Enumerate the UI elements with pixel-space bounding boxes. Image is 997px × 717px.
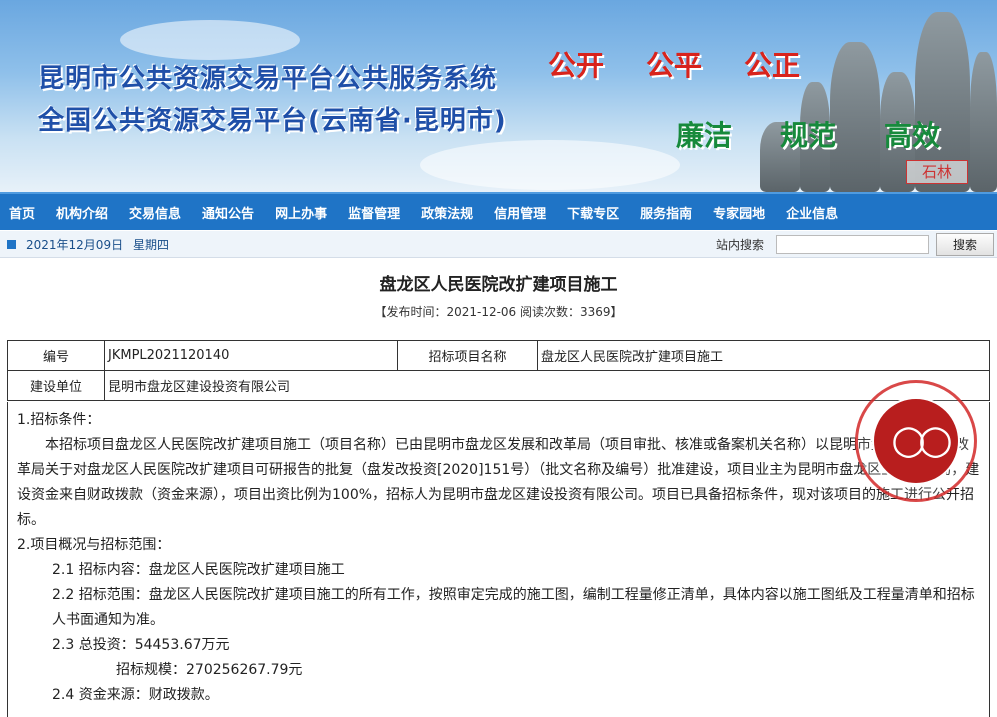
seal-inner: ○○ [872, 397, 960, 485]
seal-logo-icon: ○○ [891, 417, 953, 463]
current-weekday: 星期四 [133, 238, 170, 252]
nav-item-notices[interactable]: 通知公告 [193, 203, 266, 222]
slogan-guifan: 规范 [780, 119, 837, 152]
site-search-label: 站内搜索 [716, 238, 765, 252]
nav-item-online-service[interactable]: 网上办事 [266, 203, 339, 222]
project-info-table: 编号 JKMPL2021120140 招标项目名称 盘龙区人民医院改扩建项目施工… [7, 340, 990, 401]
nav-item-policies[interactable]: 政策法规 [412, 203, 485, 222]
nav-item-experts[interactable]: 专家园地 [704, 203, 777, 222]
nav-item-trade-info[interactable]: 交易信息 [120, 203, 193, 222]
header-banner: 昆明市公共资源交易平台公共服务系统 全国公共资源交易平台(云南省·昆明市) 公开… [0, 0, 997, 192]
article-title: 盘龙区人民医院改扩建项目施工 [379, 275, 618, 295]
banner-cloud [420, 140, 680, 190]
slogan-gaoxiao: 高效 [884, 119, 941, 152]
table-cell-value: 昆明市盘龙区建设投资有限公司 [104, 370, 990, 401]
table-cell-label: 编号 [7, 340, 105, 371]
paragraph: 2.3 总投资：54453.67万元 [52, 637, 230, 653]
table-cell-label: 招标项目名称 [397, 340, 538, 371]
table-row: 建设单位 昆明市盘龙区建设投资有限公司 [7, 370, 990, 401]
nav-item-home[interactable]: 首页 [0, 203, 47, 222]
article-body: 1.招标条件： 本招标项目盘龙区人民医院改扩建项目施工（项目名称）已由昆明市盘龙… [7, 402, 990, 717]
article-meta: 【发布时间：2021-12-06 阅读次数：3369】 [374, 305, 623, 319]
table-cell-label: 建设单位 [7, 370, 105, 401]
slogan-lianjie: 廉洁 [676, 119, 733, 152]
current-date: 2021年12月09日 [26, 238, 124, 252]
site-search-input[interactable] [776, 235, 929, 254]
banner-rock [830, 42, 880, 192]
banner-rock [970, 52, 997, 192]
banner-title-line2: 全国公共资源交易平台(云南省·昆明市) [38, 106, 507, 136]
slogan-gongkai: 公开 [548, 49, 605, 82]
table-row: 编号 JKMPL2021120140 招标项目名称 盘龙区人民医院改扩建项目施工 [7, 340, 990, 371]
official-seal: ○○ [855, 380, 977, 502]
calendar-icon [7, 240, 16, 249]
nav-item-supervision[interactable]: 监督管理 [339, 203, 412, 222]
paragraph: 2.2 招标范围：盘龙区人民医院改扩建项目施工的所有工作，按照审定完成的施工图，… [52, 587, 975, 628]
slogan-gongping: 公平 [646, 49, 703, 82]
paragraph: 2.4 资金来源：财政拨款。 [52, 687, 219, 703]
table-cell-value: JKMPL2021120140 [104, 340, 398, 371]
date-search-bar: 2021年12月09日 星期四 站内搜索 搜索 [0, 231, 997, 258]
main-nav: 首页 机构介绍 交易信息 通知公告 网上办事 监督管理 政策法规 信用管理 下载… [0, 192, 997, 230]
paragraph: 本招标项目盘龙区人民医院改扩建项目施工（项目名称）已由昆明市盘龙区发展和改革局（… [17, 437, 980, 528]
banner-cloud [120, 20, 300, 60]
paragraph: 招标规模：270256267.79元 [116, 662, 303, 678]
slogan-gongzheng: 公正 [744, 49, 801, 82]
banner-title-line1: 昆明市公共资源交易平台公共服务系统 [38, 64, 498, 94]
nav-item-downloads[interactable]: 下载专区 [558, 203, 631, 222]
table-cell-value: 盘龙区人民医院改扩建项目施工 [537, 340, 990, 371]
paragraph: 2.1 招标内容：盘龙区人民医院改扩建项目施工 [52, 562, 345, 578]
nav-item-enterprise[interactable]: 企业信息 [777, 203, 850, 222]
section-heading: 1.招标条件： [17, 412, 101, 428]
nav-item-guide[interactable]: 服务指南 [631, 203, 704, 222]
banner-location-tag: 石林 [906, 160, 968, 184]
nav-item-about[interactable]: 机构介绍 [47, 203, 120, 222]
section-heading: 2.项目概况与招标范围： [17, 537, 171, 553]
nav-item-credit[interactable]: 信用管理 [485, 203, 558, 222]
search-button[interactable]: 搜索 [936, 233, 994, 256]
